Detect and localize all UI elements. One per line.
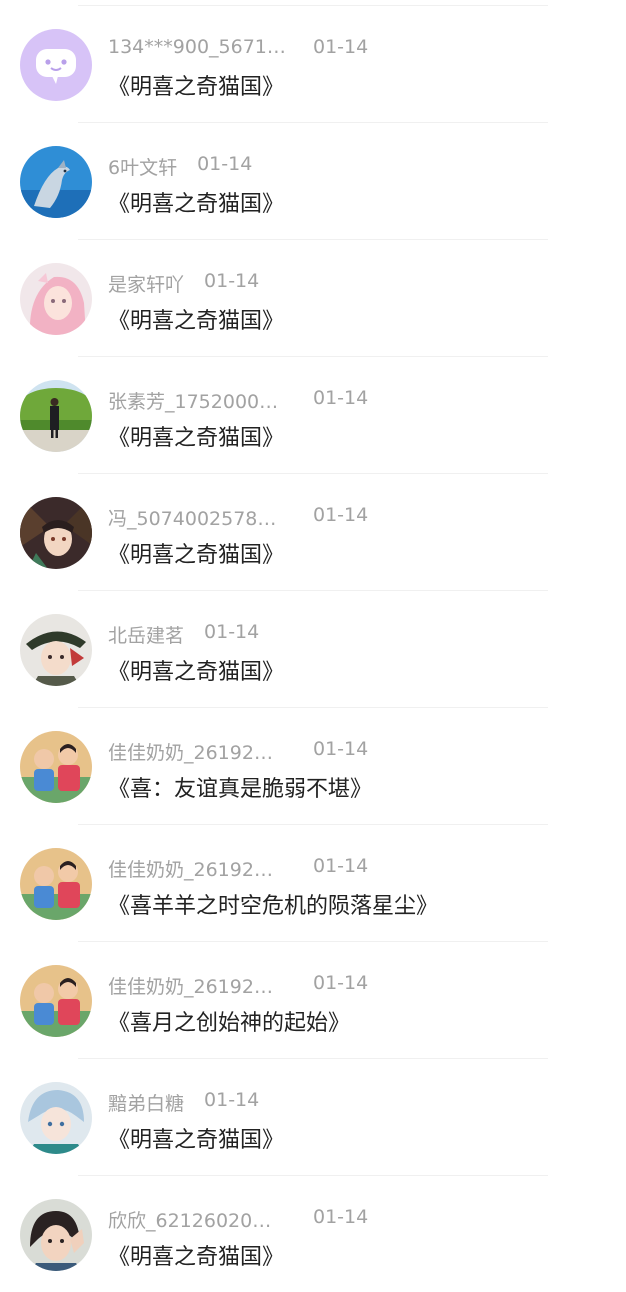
book-title[interactable]: 《明喜之奇猫国》 [108,537,284,569]
book-title[interactable]: 《喜羊羊之时空危机的陨落星尘》 [108,888,438,920]
date: 01-14 [313,1206,369,1228]
item-meta: 是家轩吖 01-14 [108,270,260,297]
user-name[interactable]: 佳佳奶奶_26192… [108,738,293,765]
user-name[interactable]: 佳佳奶奶_26192… [108,855,293,882]
book-title[interactable]: 《喜月之创始神的起始》 [108,1005,350,1037]
book-title[interactable]: 《明喜之奇猫国》 [108,1239,284,1271]
list-item[interactable]: 佳佳奶奶_26192… 01-14 《喜：友谊真是脆弱不堪》 [0,707,626,824]
user-name[interactable]: 黯弟白糖 [108,1089,184,1116]
list-item[interactable]: 冯_5074002578… 01-14 《明喜之奇猫国》 [0,473,626,590]
item-meta: 佳佳奶奶_26192… 01-14 [108,855,369,882]
book-title[interactable]: 《明喜之奇猫国》 [108,654,284,686]
user-name[interactable]: 欣欣_62126020… [108,1206,293,1233]
divider [78,473,548,474]
user-name[interactable]: 北岳建茗 [108,621,184,648]
chat-bubble-icon [20,29,92,101]
avatar[interactable] [20,146,92,218]
kids-photo [20,731,92,803]
kids-photo [20,848,92,920]
date: 01-14 [204,270,260,292]
divider [78,590,548,591]
girl-selfie-photo [20,1199,92,1271]
anime-warrior-photo [20,614,92,686]
date: 01-14 [313,36,369,58]
item-meta: 张素芳_1752000… 01-14 [108,387,369,414]
date: 01-14 [313,972,369,994]
item-meta: 冯_5074002578… 01-14 [108,504,369,531]
divider [78,5,548,6]
user-name[interactable]: 佳佳奶奶_26192… [108,972,293,999]
user-name[interactable]: 134***900_5671… [108,36,293,58]
user-name[interactable]: 冯_5074002578… [108,504,293,531]
list-item[interactable]: 佳佳奶奶_26192… 01-14 《喜羊羊之时空危机的陨落星尘》 [0,824,626,941]
avatar[interactable] [20,380,92,452]
avatar[interactable] [20,965,92,1037]
item-meta: 134***900_5671… 01-14 [108,36,368,60]
item-meta: 6叶文轩 01-14 [108,153,253,180]
item-meta: 北岳建茗 01-14 [108,621,260,648]
anime-boy-photo [20,1082,92,1154]
divider [78,1175,548,1176]
date: 01-14 [313,387,369,409]
user-name[interactable]: 是家轩吖 [108,270,184,297]
list-item[interactable]: 黯弟白糖 01-14 《明喜之奇猫国》 [0,1058,626,1175]
divider [78,239,548,240]
user-name[interactable]: 6叶文轩 [108,153,177,180]
date: 01-14 [197,153,253,175]
dolphin-photo [20,146,92,218]
item-meta: 欣欣_62126020… 01-14 [108,1206,369,1233]
book-title[interactable]: 《明喜之奇猫国》 [108,420,284,452]
divider [78,941,548,942]
divider [78,356,548,357]
divider [78,707,548,708]
anime-character-photo [20,497,92,569]
activity-list: 134***900_5671… 01-14 《明喜之奇猫国》 6叶文轩 01-14 … [0,5,626,1292]
anime-girl-photo [20,263,92,335]
divider [78,824,548,825]
book-title[interactable]: 《喜：友谊真是脆弱不堪》 [108,771,372,803]
list-item[interactable]: 北岳建茗 01-14 《明喜之奇猫国》 [0,590,626,707]
list-item[interactable]: 佳佳奶奶_26192… 01-14 《喜月之创始神的起始》 [0,941,626,1058]
date: 01-14 [204,621,260,643]
avatar[interactable] [20,29,92,101]
avatar[interactable] [20,1199,92,1271]
avatar[interactable] [20,848,92,920]
list-item[interactable]: 张素芳_1752000… 01-14 《明喜之奇猫国》 [0,356,626,473]
list-item[interactable]: 欣欣_62126020… 01-14 《明喜之奇猫国》 [0,1175,626,1292]
list-item[interactable]: 是家轩吖 01-14 《明喜之奇猫国》 [0,239,626,356]
date: 01-14 [313,855,369,877]
avatar[interactable] [20,263,92,335]
kids-photo [20,965,92,1037]
list-item[interactable]: 134***900_5671… 01-14 《明喜之奇猫国》 [0,5,626,122]
book-title[interactable]: 《明喜之奇猫国》 [108,1122,284,1154]
divider [78,122,548,123]
person-outdoor-photo [20,380,92,452]
book-title[interactable]: 《明喜之奇猫国》 [108,303,284,335]
date: 01-14 [313,504,369,526]
date: 01-14 [313,738,369,760]
avatar[interactable] [20,1082,92,1154]
book-title[interactable]: 《明喜之奇猫国》 [108,186,284,218]
item-meta: 佳佳奶奶_26192… 01-14 [108,738,369,765]
date: 01-14 [204,1089,260,1111]
avatar[interactable] [20,731,92,803]
list-item[interactable]: 6叶文轩 01-14 《明喜之奇猫国》 [0,122,626,239]
item-meta: 黯弟白糖 01-14 [108,1089,260,1116]
book-title[interactable]: 《明喜之奇猫国》 [108,69,284,101]
avatar[interactable] [20,497,92,569]
divider [78,1058,548,1059]
item-meta: 佳佳奶奶_26192… 01-14 [108,972,369,999]
user-name[interactable]: 张素芳_1752000… [108,387,293,414]
avatar[interactable] [20,614,92,686]
